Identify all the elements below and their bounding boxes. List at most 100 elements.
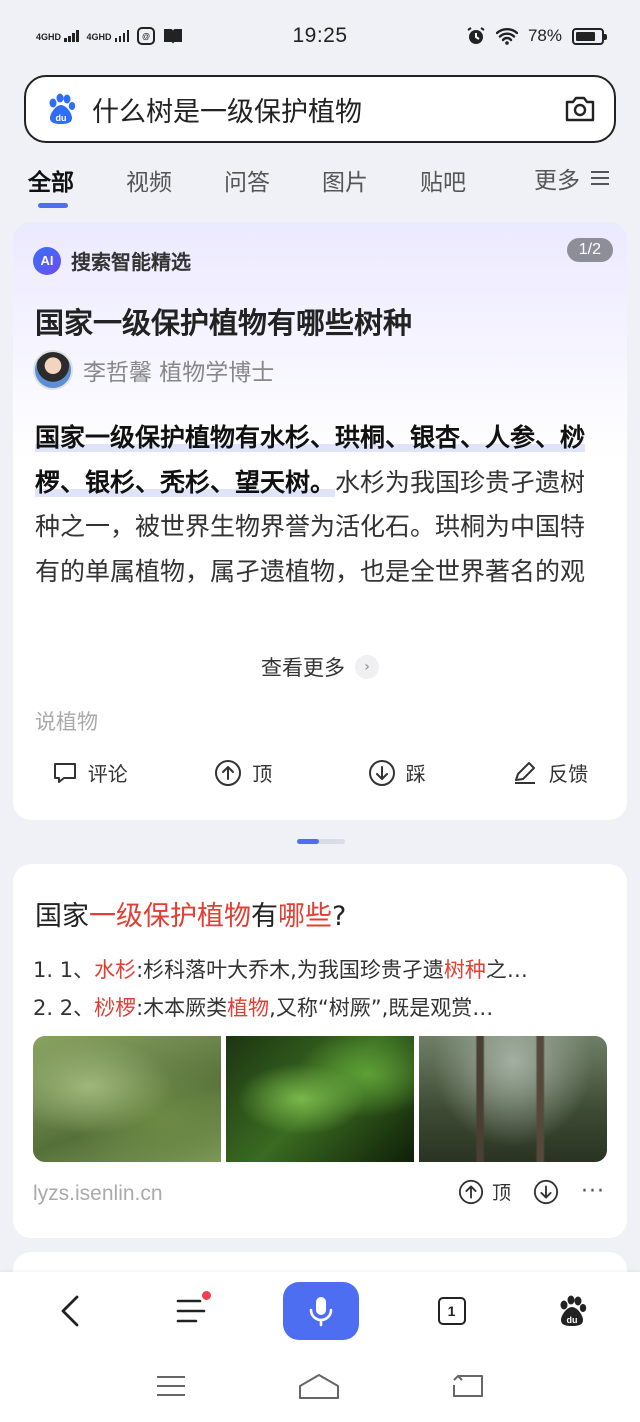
battery-percent: 78% — [527, 26, 562, 45]
feedback-button[interactable]: 反馈 — [474, 758, 628, 787]
thumb-down-icon — [533, 1179, 559, 1204]
signal-2: 4GHD — [87, 30, 130, 42]
see-more-label: 查看更多 — [261, 656, 345, 680]
result-title[interactable]: 国家一级保护植物有哪些? — [35, 894, 346, 933]
tab-video[interactable]: 视频 — [126, 152, 172, 208]
upvote-button[interactable]: 顶 — [167, 758, 321, 787]
downvote-button[interactable]: 踩 — [320, 758, 474, 787]
ai-body[interactable]: 国家一级保护植物有水杉、珙桐、银杏、人参、桫椤、银杉、秃杉、望天树。水杉为我国珍… — [35, 416, 609, 594]
result-images — [33, 1036, 607, 1162]
thumb-down-icon — [368, 759, 395, 786]
back-icon — [61, 1295, 79, 1327]
thumb-up-icon — [458, 1179, 484, 1204]
snippet-text: :杉科落叶大乔木,为我国珍贵孑遗 — [136, 958, 444, 982]
notification-dot — [201, 1291, 211, 1300]
bottom-nav: 1 du — [0, 1272, 640, 1350]
book-icon — [164, 29, 183, 44]
result-image-forest[interactable] — [419, 1036, 607, 1162]
carousel-pager — [297, 839, 345, 844]
comment-icon — [53, 762, 76, 783]
signal-1-label: 4GHD — [36, 32, 62, 42]
wifi-icon — [495, 28, 518, 45]
result-image-dawn-redwood[interactable] — [33, 1036, 221, 1162]
baidu-paw-icon: du — [560, 1295, 587, 1326]
voice-search-button[interactable] — [283, 1282, 359, 1340]
downvote-label: 踩 — [405, 762, 426, 786]
feed-icon — [176, 1299, 205, 1323]
clock: 19:25 — [292, 24, 348, 47]
system-nav — [0, 1350, 640, 1422]
status-bar: 4GHD 4GHD @ 19:25 78% — [0, 0, 640, 72]
title-part: 有 — [251, 901, 278, 932]
chevron-right-icon: › — [355, 655, 379, 679]
thumb-up-icon — [215, 759, 242, 786]
avatar — [33, 350, 73, 390]
menu-icon[interactable] — [155, 1374, 187, 1398]
tabs-button[interactable]: 1 — [424, 1283, 480, 1339]
snippet-number: 1. 1、 — [33, 958, 95, 982]
result-snippet-line[interactable]: 1. 1、水杉:杉科落叶大乔木,为我国珍贵孑遗树种之… — [33, 954, 609, 984]
search-box[interactable]: du 什么树是一级保护植物 — [24, 75, 616, 143]
page-indicator-badge: 1/2 — [566, 238, 613, 262]
tab-tieba[interactable]: 贴吧 — [420, 152, 466, 208]
search-result-card: 国家一级保护植物有哪些? 1. 1、水杉:杉科落叶大乔木,为我国珍贵孑遗树种之…… — [13, 864, 627, 1238]
status-right: 78% — [384, 26, 607, 46]
snippet-term: 水杉 — [94, 958, 137, 982]
signal-1: 4GHD — [36, 30, 79, 42]
result-image-tree-fern[interactable] — [226, 1036, 414, 1162]
status-left: 4GHD 4GHD @ — [36, 27, 256, 45]
tab-qa[interactable]: 问答 — [224, 152, 270, 208]
tab-more[interactable]: 更多 — [534, 150, 610, 206]
comment-button[interactable]: 评论 — [13, 758, 167, 787]
pager-active-dot — [297, 839, 319, 844]
snippet-number: 2. 2、 — [33, 996, 95, 1020]
tabs-icon: 1 — [437, 1297, 466, 1325]
home-icon[interactable] — [297, 1372, 341, 1400]
snippet-text: ,又称“树厥”,既是观赏… — [269, 996, 494, 1020]
system-back-icon[interactable] — [451, 1373, 485, 1399]
author[interactable]: 李哲馨 植物学博士 — [33, 350, 274, 390]
camera-icon[interactable] — [564, 95, 596, 123]
battery-fill — [576, 31, 595, 41]
result-snippet-line[interactable]: 2. 2、桫椤:木本厥类植物,又称“树厥”,既是观赏… — [33, 992, 609, 1022]
back-button[interactable] — [42, 1283, 98, 1339]
title-highlight: 一级保护植物 — [89, 901, 251, 932]
baidu-paw-icon: du — [49, 93, 76, 124]
see-more-button[interactable]: 查看更多 › — [13, 652, 627, 682]
battery-icon — [572, 27, 607, 45]
svg-text:du: du — [56, 113, 67, 123]
result-upvote-label: 顶 — [492, 1182, 512, 1204]
tab-more-label: 更多 — [534, 168, 580, 194]
search-input[interactable]: 什么树是一级保护植物 — [92, 90, 564, 129]
snippet-term: 树种 — [443, 958, 486, 982]
title-highlight: 哪些 — [278, 901, 332, 932]
ai-answer-card: AI 搜索智能精选 1/2 国家一级保护植物有哪些树种 李哲馨 植物学博士 国家… — [13, 222, 627, 820]
more-options-icon[interactable]: ··· — [581, 1179, 605, 1204]
pen-icon — [515, 761, 536, 784]
feedback-label: 反馈 — [548, 762, 589, 786]
ai-title[interactable]: 国家一级保护植物有哪些树种 — [35, 300, 412, 342]
ai-source[interactable]: 说植物 — [35, 706, 98, 736]
ai-logo-icon: AI — [33, 246, 61, 275]
snippet-term: 植物 — [227, 996, 270, 1020]
ai-header: AI 搜索智能精选 — [33, 246, 191, 275]
ai-actions: 评论 顶 踩 反馈 — [13, 758, 627, 787]
notification-app-icon: @ — [137, 27, 156, 45]
alarm-icon — [467, 27, 485, 44]
snippet-text: :木本厥类 — [136, 996, 228, 1020]
comment-label: 评论 — [87, 762, 128, 786]
result-actions: 顶 ··· — [458, 1178, 605, 1205]
feed-button[interactable] — [163, 1283, 219, 1339]
snippet-term: 桫椤 — [94, 996, 137, 1020]
tab-bar: 全部 视频 问答 图片 贴吧 更多 — [0, 150, 640, 210]
baidu-home-button[interactable]: du — [544, 1283, 600, 1339]
tab-all[interactable]: 全部 — [28, 152, 74, 208]
result-upvote-button[interactable]: 顶 — [458, 1178, 511, 1205]
tab-images[interactable]: 图片 — [322, 152, 368, 208]
snippet-text: 之… — [485, 958, 528, 982]
signal-1-bars-icon — [64, 30, 79, 42]
result-source[interactable]: lyzs.isenlin.cn — [33, 1182, 163, 1206]
ai-header-label: 搜索智能精选 — [71, 250, 191, 274]
author-name: 李哲馨 植物学博士 — [83, 360, 275, 386]
result-downvote-button[interactable] — [533, 1179, 559, 1205]
